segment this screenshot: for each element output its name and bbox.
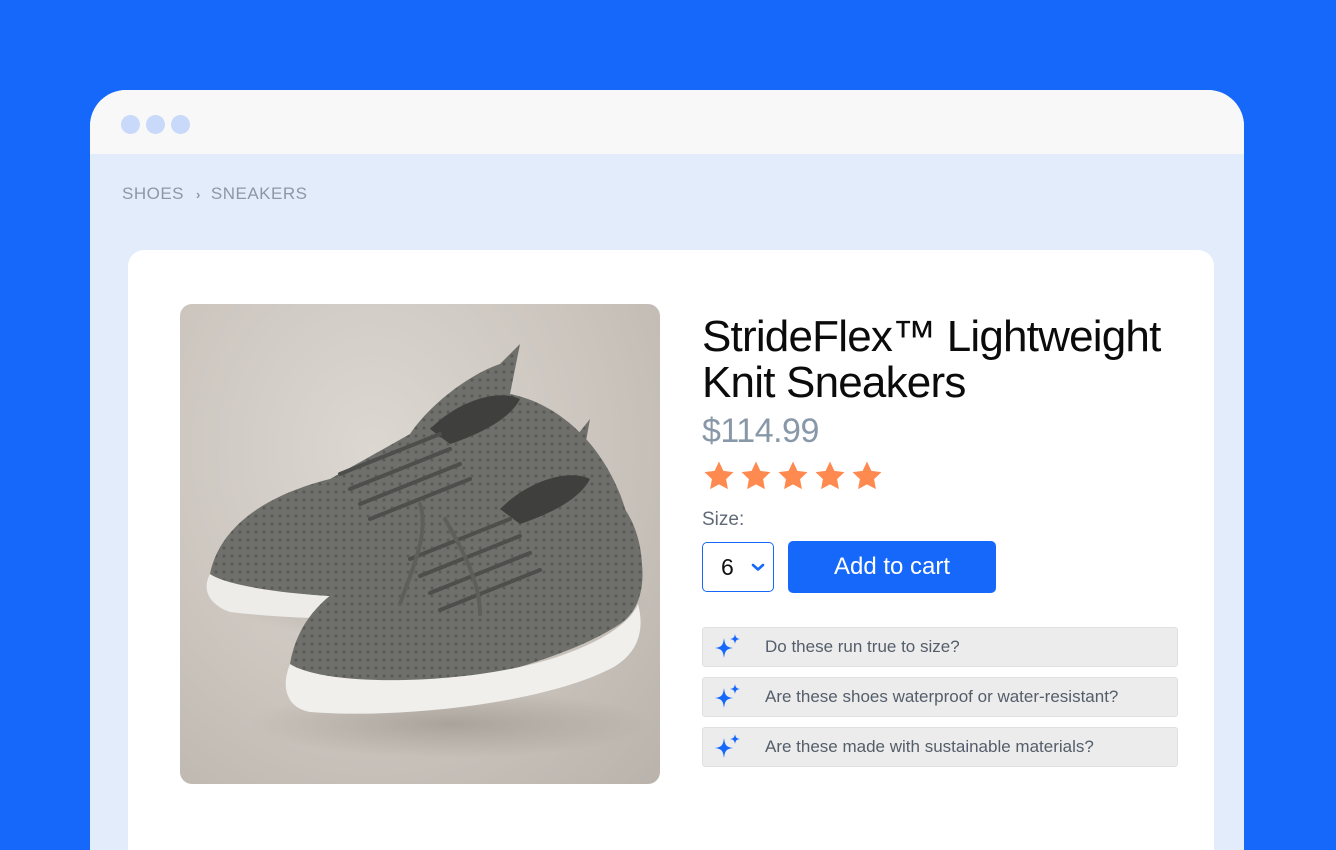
browser-window: SHOES › SNEAKERS StrideFlex™ Lightweight… (90, 90, 1244, 850)
breadcrumb-sneakers[interactable]: SNEAKERS (211, 184, 308, 204)
purchase-controls: 6 Add to cart (702, 541, 1192, 593)
product-title: StrideFlex™ Lightweight Knit Sneakers (702, 312, 1161, 407)
add-to-cart-button[interactable]: Add to cart (788, 541, 996, 593)
product-price: $114.99 (702, 412, 819, 450)
sparkle-icon (715, 734, 740, 758)
star-icon (704, 461, 734, 490)
size-select-value: 6 (721, 553, 734, 580)
product-card: StrideFlex™ Lightweight Knit Sneakers $1… (128, 250, 1214, 850)
star-icon (778, 461, 808, 490)
breadcrumb-separator-icon: › (196, 186, 201, 202)
suggested-question[interactable]: Do these run true to size? (702, 627, 1178, 667)
suggested-question[interactable]: Are these shoes waterproof or water-resi… (702, 677, 1178, 717)
star-icon (741, 461, 771, 490)
breadcrumb: SHOES › SNEAKERS (122, 184, 307, 204)
window-dot-icon (171, 115, 190, 134)
product-image (180, 304, 660, 784)
suggested-question[interactable]: Are these made with sustainable material… (702, 727, 1178, 767)
star-icon (852, 461, 882, 490)
sparkle-icon (715, 634, 740, 658)
window-dot-icon (121, 115, 140, 134)
breadcrumb-shoes[interactable]: SHOES (122, 184, 184, 204)
product-info: StrideFlex™ Lightweight Knit Sneakers $1… (702, 314, 1192, 777)
suggested-question-text: Do these run true to size? (765, 637, 960, 656)
window-dot-icon (146, 115, 165, 134)
suggested-questions: Do these run true to size? Are these sho… (702, 627, 1178, 767)
rating-stars (702, 459, 1192, 493)
sparkle-icon (715, 684, 740, 708)
sneaker-illustration (206, 344, 650, 758)
chevron-down-icon (751, 563, 765, 571)
browser-titlebar (90, 90, 1244, 154)
suggested-question-text: Are these shoes waterproof or water-resi… (765, 687, 1119, 706)
size-select[interactable]: 6 (702, 542, 774, 592)
suggested-question-text: Are these made with sustainable material… (765, 737, 1094, 756)
size-label: Size: (702, 509, 745, 530)
star-icon (815, 461, 845, 490)
